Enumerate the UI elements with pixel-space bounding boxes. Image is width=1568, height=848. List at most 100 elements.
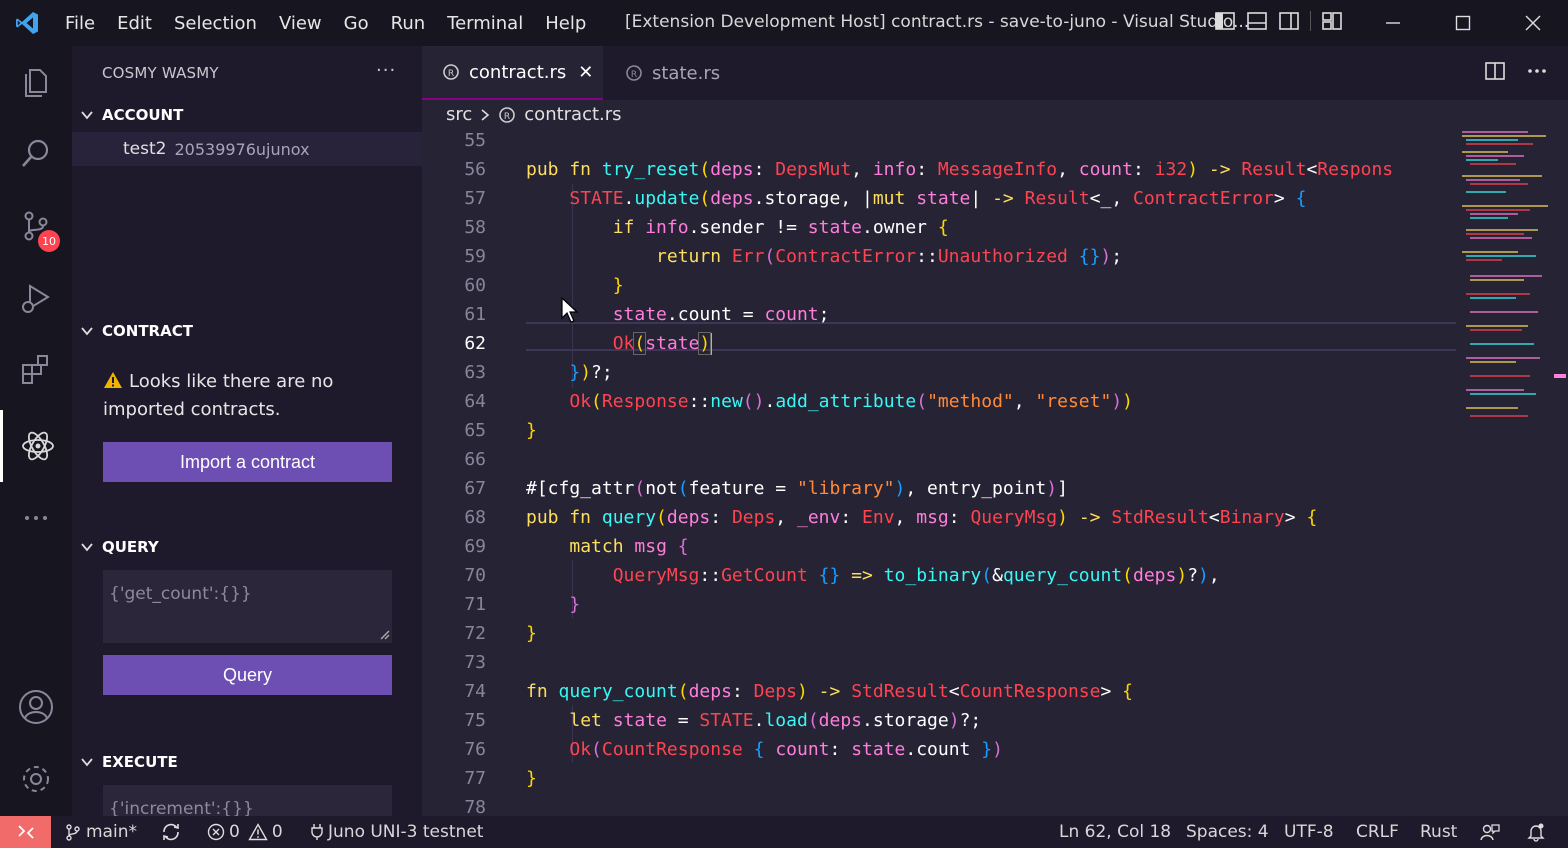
- line-number: 70: [464, 565, 486, 586]
- menu-help[interactable]: Help: [534, 13, 597, 34]
- branch-status[interactable]: main*: [64, 822, 137, 842]
- breadcrumb-folder[interactable]: src: [446, 104, 472, 125]
- warning-text: Looks like there are no imported contrac…: [103, 371, 334, 420]
- contract-section-header[interactable]: CONTRACT: [80, 322, 193, 340]
- code-line: STATE.update(deps.storage, |mut state| -…: [569, 188, 1307, 209]
- accounts-button[interactable]: [0, 671, 72, 743]
- execute-section-label: EXECUTE: [102, 753, 178, 771]
- account-item[interactable]: test2 20539976ujunox: [72, 132, 422, 166]
- search-button[interactable]: [0, 118, 72, 190]
- account-name: test2: [123, 139, 167, 159]
- menu-go[interactable]: Go: [333, 13, 380, 34]
- cosmy-wasmy-button[interactable]: [0, 410, 72, 482]
- no-contracts-warning: Looks like there are no imported contrac…: [103, 368, 403, 424]
- account-section-header[interactable]: ACCOUNT: [80, 106, 183, 124]
- tab-state-rs[interactable]: R state.rs: [605, 46, 785, 100]
- sync-button[interactable]: [160, 822, 182, 842]
- branch-name: main*: [86, 822, 137, 842]
- feedback-button[interactable]: [1480, 822, 1500, 842]
- code-line: }: [526, 768, 537, 789]
- code-line: QueryMsg::GetCount {} => to_binary(&quer…: [612, 565, 1220, 586]
- execute-section-header[interactable]: EXECUTE: [80, 753, 178, 771]
- close-window-button[interactable]: [1498, 0, 1568, 46]
- menu-edit[interactable]: Edit: [106, 13, 163, 34]
- line-number: 74: [464, 681, 486, 702]
- menu-run[interactable]: Run: [380, 13, 437, 34]
- code-line: Ok(Response::new().add_attribute("method…: [569, 391, 1133, 412]
- sidebar-more-button[interactable]: ···: [376, 60, 396, 81]
- language-status[interactable]: Rust: [1420, 822, 1457, 842]
- line-number-current: 62: [464, 333, 486, 354]
- source-control-badge: 10: [38, 230, 60, 252]
- code-line: }: [612, 275, 624, 296]
- minimize-icon: [1386, 22, 1400, 24]
- code-line: pub fn try_reset(deps: DepsMut, info: Me…: [526, 159, 1394, 180]
- cursor-position[interactable]: Ln 62, Col 18: [1059, 822, 1171, 842]
- warning-icon: [248, 823, 268, 841]
- query-section-header[interactable]: QUERY: [80, 538, 159, 556]
- toggle-panel-icon[interactable]: [1246, 10, 1268, 32]
- extensions-icon: [22, 355, 48, 384]
- menu-selection[interactable]: Selection: [163, 13, 268, 34]
- indentation-status[interactable]: Spaces: 4: [1186, 822, 1269, 842]
- split-editor-icon[interactable]: [1484, 60, 1506, 82]
- toggle-secondary-sidebar-icon[interactable]: [1278, 10, 1300, 32]
- tab-label: contract.rs: [469, 61, 567, 83]
- resize-handle-icon[interactable]: [380, 630, 390, 640]
- line-number: 67: [464, 478, 486, 499]
- network-status[interactable]: Juno UNI-3 testnet: [310, 822, 483, 842]
- status-bar: main* 0 0 Juno UNI-3 testnet Ln 62, Col …: [0, 816, 1568, 848]
- account-icon: [19, 690, 53, 724]
- line-number: 56: [464, 159, 486, 180]
- notifications-button[interactable]: [1526, 822, 1546, 842]
- line-number: 76: [464, 739, 486, 760]
- line-number: 63: [464, 362, 486, 383]
- toggle-sidebar-icon[interactable]: [1214, 10, 1236, 32]
- more-actions-icon[interactable]: [1526, 60, 1548, 82]
- minimize-button[interactable]: [1358, 0, 1428, 46]
- encoding-status[interactable]: UTF-8: [1284, 822, 1334, 842]
- remote-indicator[interactable]: [0, 816, 51, 848]
- query-button[interactable]: Query: [103, 655, 392, 695]
- menu-file[interactable]: File: [54, 13, 106, 34]
- bell-icon: [1527, 823, 1545, 842]
- line-number: 64: [464, 391, 486, 412]
- tab-label: state.rs: [652, 62, 721, 84]
- close-tab-button[interactable]: ✕: [578, 62, 593, 83]
- title-bar: File Edit Selection View Go Run Terminal…: [0, 0, 1568, 46]
- explorer-button[interactable]: [0, 46, 72, 118]
- execute-input[interactable]: {'increment':{}}: [103, 785, 392, 816]
- breadcrumb-file[interactable]: contract.rs: [524, 104, 621, 125]
- manage-button[interactable]: [0, 743, 72, 815]
- import-contract-button[interactable]: Import a contract: [103, 442, 392, 482]
- extensions-button[interactable]: [0, 334, 72, 406]
- code-line: #[cfg_attr(not(feature = "library"), ent…: [526, 478, 1068, 499]
- code-line: if info.sender != state.owner {: [612, 217, 949, 238]
- code-line: }: [526, 420, 537, 441]
- menu-view[interactable]: View: [268, 13, 333, 34]
- minimap[interactable]: [1458, 126, 1558, 426]
- maximize-button[interactable]: [1428, 0, 1498, 46]
- menu-terminal[interactable]: Terminal: [436, 13, 534, 34]
- run-debug-button[interactable]: [0, 262, 72, 334]
- text-cursor: [710, 332, 713, 355]
- line-number: 68: [464, 507, 486, 528]
- eol-status[interactable]: CRLF: [1356, 822, 1399, 842]
- tab-contract-rs[interactable]: R contract.rs ✕: [422, 46, 603, 100]
- atom-icon: [21, 431, 54, 461]
- line-number: 73: [464, 652, 486, 673]
- close-icon: [1525, 15, 1541, 31]
- error-count: 0: [229, 822, 240, 842]
- source-control-button[interactable]: 10: [0, 190, 72, 262]
- line-number: 75: [464, 710, 486, 731]
- chevron-down-icon: [81, 543, 93, 552]
- menu-bar: File Edit Selection View Go Run Terminal…: [54, 13, 597, 34]
- code-editor[interactable]: 55 56 pub fn try_reset(deps: DepsMut, inf…: [422, 126, 1462, 816]
- run-debug-icon: [22, 284, 50, 313]
- customize-layout-icon[interactable]: [1321, 10, 1343, 32]
- code-line: Ok(CountResponse { count: state.count }): [569, 739, 1003, 760]
- problems-status[interactable]: 0 0: [207, 822, 283, 842]
- more-views-button[interactable]: [0, 482, 72, 554]
- query-input[interactable]: {'get_count':{}}: [103, 570, 392, 643]
- vscode-logo-icon: [0, 0, 54, 46]
